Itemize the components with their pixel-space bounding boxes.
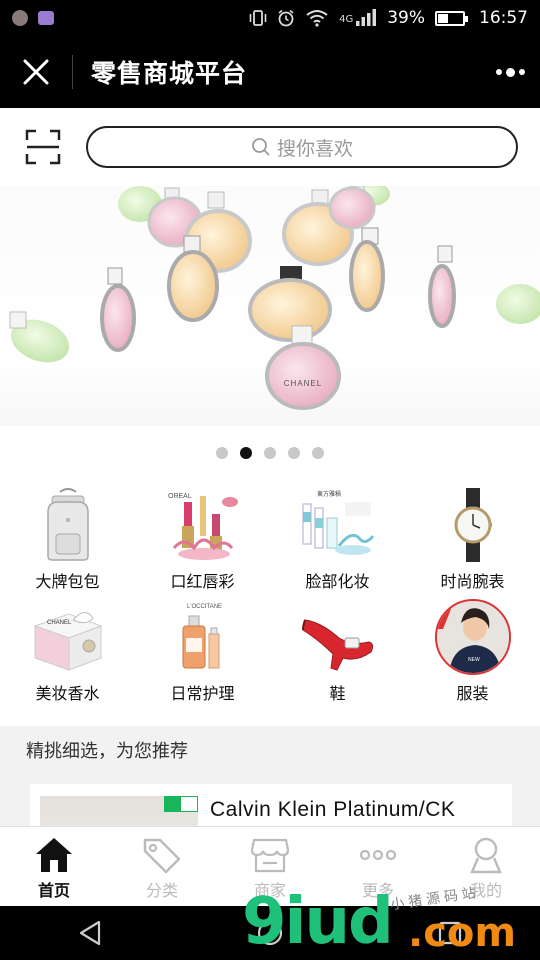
title-bar: 零售商城平台 [0, 36, 540, 108]
back-button[interactable] [60, 906, 120, 960]
store-icon [249, 835, 291, 875]
alarm-icon [278, 9, 294, 27]
gift-box-image: CHANEL [29, 600, 107, 674]
search-input[interactable]: 搜你喜欢 [86, 126, 518, 168]
search-row: 搜你喜欢 [0, 108, 540, 186]
skincare-image: 東方雅積 [299, 488, 377, 562]
wifi-icon [306, 10, 328, 27]
lipstick-image: OREAL [164, 488, 242, 562]
network-type: 4G [339, 14, 354, 25]
home-nav-button[interactable] [240, 906, 300, 960]
tab-label: 商家 [253, 881, 286, 900]
banner-dot[interactable] [264, 447, 276, 459]
more-menu-button[interactable] [480, 36, 540, 108]
category-label: 口红唇彩 [170, 572, 235, 591]
tab-merchant[interactable]: 商家 [216, 827, 324, 906]
system-nav-bar [0, 906, 540, 960]
tab-label: 更多 [361, 881, 394, 900]
category-label: 大牌包包 [35, 572, 100, 591]
svg-text:CHANEL: CHANEL [47, 620, 72, 626]
clock: 16:57 [479, 8, 528, 28]
category-clothing[interactable]: NEW 服装 [405, 599, 540, 718]
red-shoe-image [299, 600, 377, 674]
clothing-model-image: NEW [434, 599, 512, 675]
recents-square-icon [438, 921, 462, 945]
tab-label: 首页 [37, 881, 70, 900]
product-title: Calvin Klein Platinum/CK [210, 798, 456, 821]
category-label: 美妆香水 [35, 684, 100, 703]
tab-label: 我的 [469, 881, 502, 900]
product-image [40, 796, 198, 826]
promo-banner[interactable]: CHANEL [0, 186, 540, 426]
banner-dot[interactable] [216, 447, 228, 459]
banner-pagination [0, 426, 540, 480]
status-bar: 4G 39% 16:57 [0, 0, 540, 36]
category-daily-care[interactable]: L'OCCITANE 日常护理 [135, 600, 270, 718]
category-grid: 大牌包包 OREAL 口红唇彩 東方雅積 脸部化妆 时尚腕表 CHANEL 美妆… [0, 480, 540, 726]
home-icon [33, 835, 75, 875]
back-triangle-icon [79, 920, 101, 946]
category-bags[interactable]: 大牌包包 [0, 488, 135, 600]
page-title: 零售商城平台 [91, 59, 248, 88]
recents-button[interactable] [420, 906, 480, 960]
status-left [12, 10, 54, 26]
svg-text:東方雅積: 東方雅積 [317, 490, 341, 498]
search-icon [252, 138, 270, 156]
category-label: 日常护理 [170, 684, 235, 703]
category-lipstick[interactable]: OREAL 口红唇彩 [135, 488, 270, 600]
svg-text:OREAL: OREAL [168, 493, 192, 500]
banner-dot[interactable] [288, 447, 300, 459]
more-dot [518, 69, 525, 75]
banner-dot[interactable] [240, 447, 252, 459]
vibrate-icon [249, 10, 267, 26]
search-placeholder: 搜你喜欢 [276, 137, 353, 160]
close-button[interactable] [0, 36, 72, 108]
category-label: 脸部化妆 [305, 572, 370, 591]
more-dots-icon [357, 835, 399, 875]
svg-text:NEW: NEW [468, 657, 480, 663]
category-label: 鞋 [329, 684, 346, 703]
perfume-banner-image: CHANEL [9, 186, 540, 410]
more-dot [505, 67, 515, 77]
bottom-tab-bar: 首页 分类 商家 更多 我的 [0, 826, 540, 906]
category-label: 服装 [456, 684, 489, 703]
banner-dot[interactable] [312, 447, 324, 459]
tab-mine[interactable]: 我的 [432, 827, 540, 906]
notification-icon [12, 10, 28, 26]
tab-label: 分类 [145, 881, 178, 900]
tab-category[interactable]: 分类 [108, 827, 216, 906]
tab-home[interactable]: 首页 [0, 827, 108, 906]
battery-icon [435, 10, 468, 26]
tab-more[interactable]: 更多 [324, 827, 432, 906]
banner-brand-text: CHANEL [284, 379, 322, 388]
watch-image [434, 488, 512, 562]
battery-text: 39% [387, 8, 425, 28]
product-card[interactable]: Calvin Klein Platinum/CK [30, 784, 512, 826]
category-perfume[interactable]: CHANEL 美妆香水 [0, 600, 135, 718]
category-facial[interactable]: 東方雅積 脸部化妆 [270, 488, 405, 600]
category-watches[interactable]: 时尚腕表 [405, 488, 540, 600]
section-title: 精挑细选，为您推荐 [0, 728, 540, 772]
product-list: Calvin Klein Platinum/CK [0, 772, 540, 826]
title-divider [72, 55, 73, 89]
gallery-notification-icon [38, 11, 54, 25]
backpack-image [29, 488, 107, 562]
user-icon [465, 835, 507, 875]
category-label: 时尚腕表 [440, 572, 505, 591]
scan-icon [25, 129, 61, 165]
signal-icon [356, 9, 377, 26]
more-dot [495, 69, 502, 75]
product-tag-icon [164, 796, 198, 812]
home-circle-icon [257, 920, 283, 946]
close-icon [23, 59, 49, 85]
lotion-bottle-image: L'OCCITANE [164, 600, 242, 674]
tag-icon [141, 835, 183, 875]
category-shoes[interactable]: 鞋 [270, 600, 405, 718]
scan-button[interactable] [0, 108, 86, 186]
status-right: 4G 39% 16:57 [249, 8, 528, 28]
svg-text:L'OCCITANE: L'OCCITANE [187, 604, 222, 610]
